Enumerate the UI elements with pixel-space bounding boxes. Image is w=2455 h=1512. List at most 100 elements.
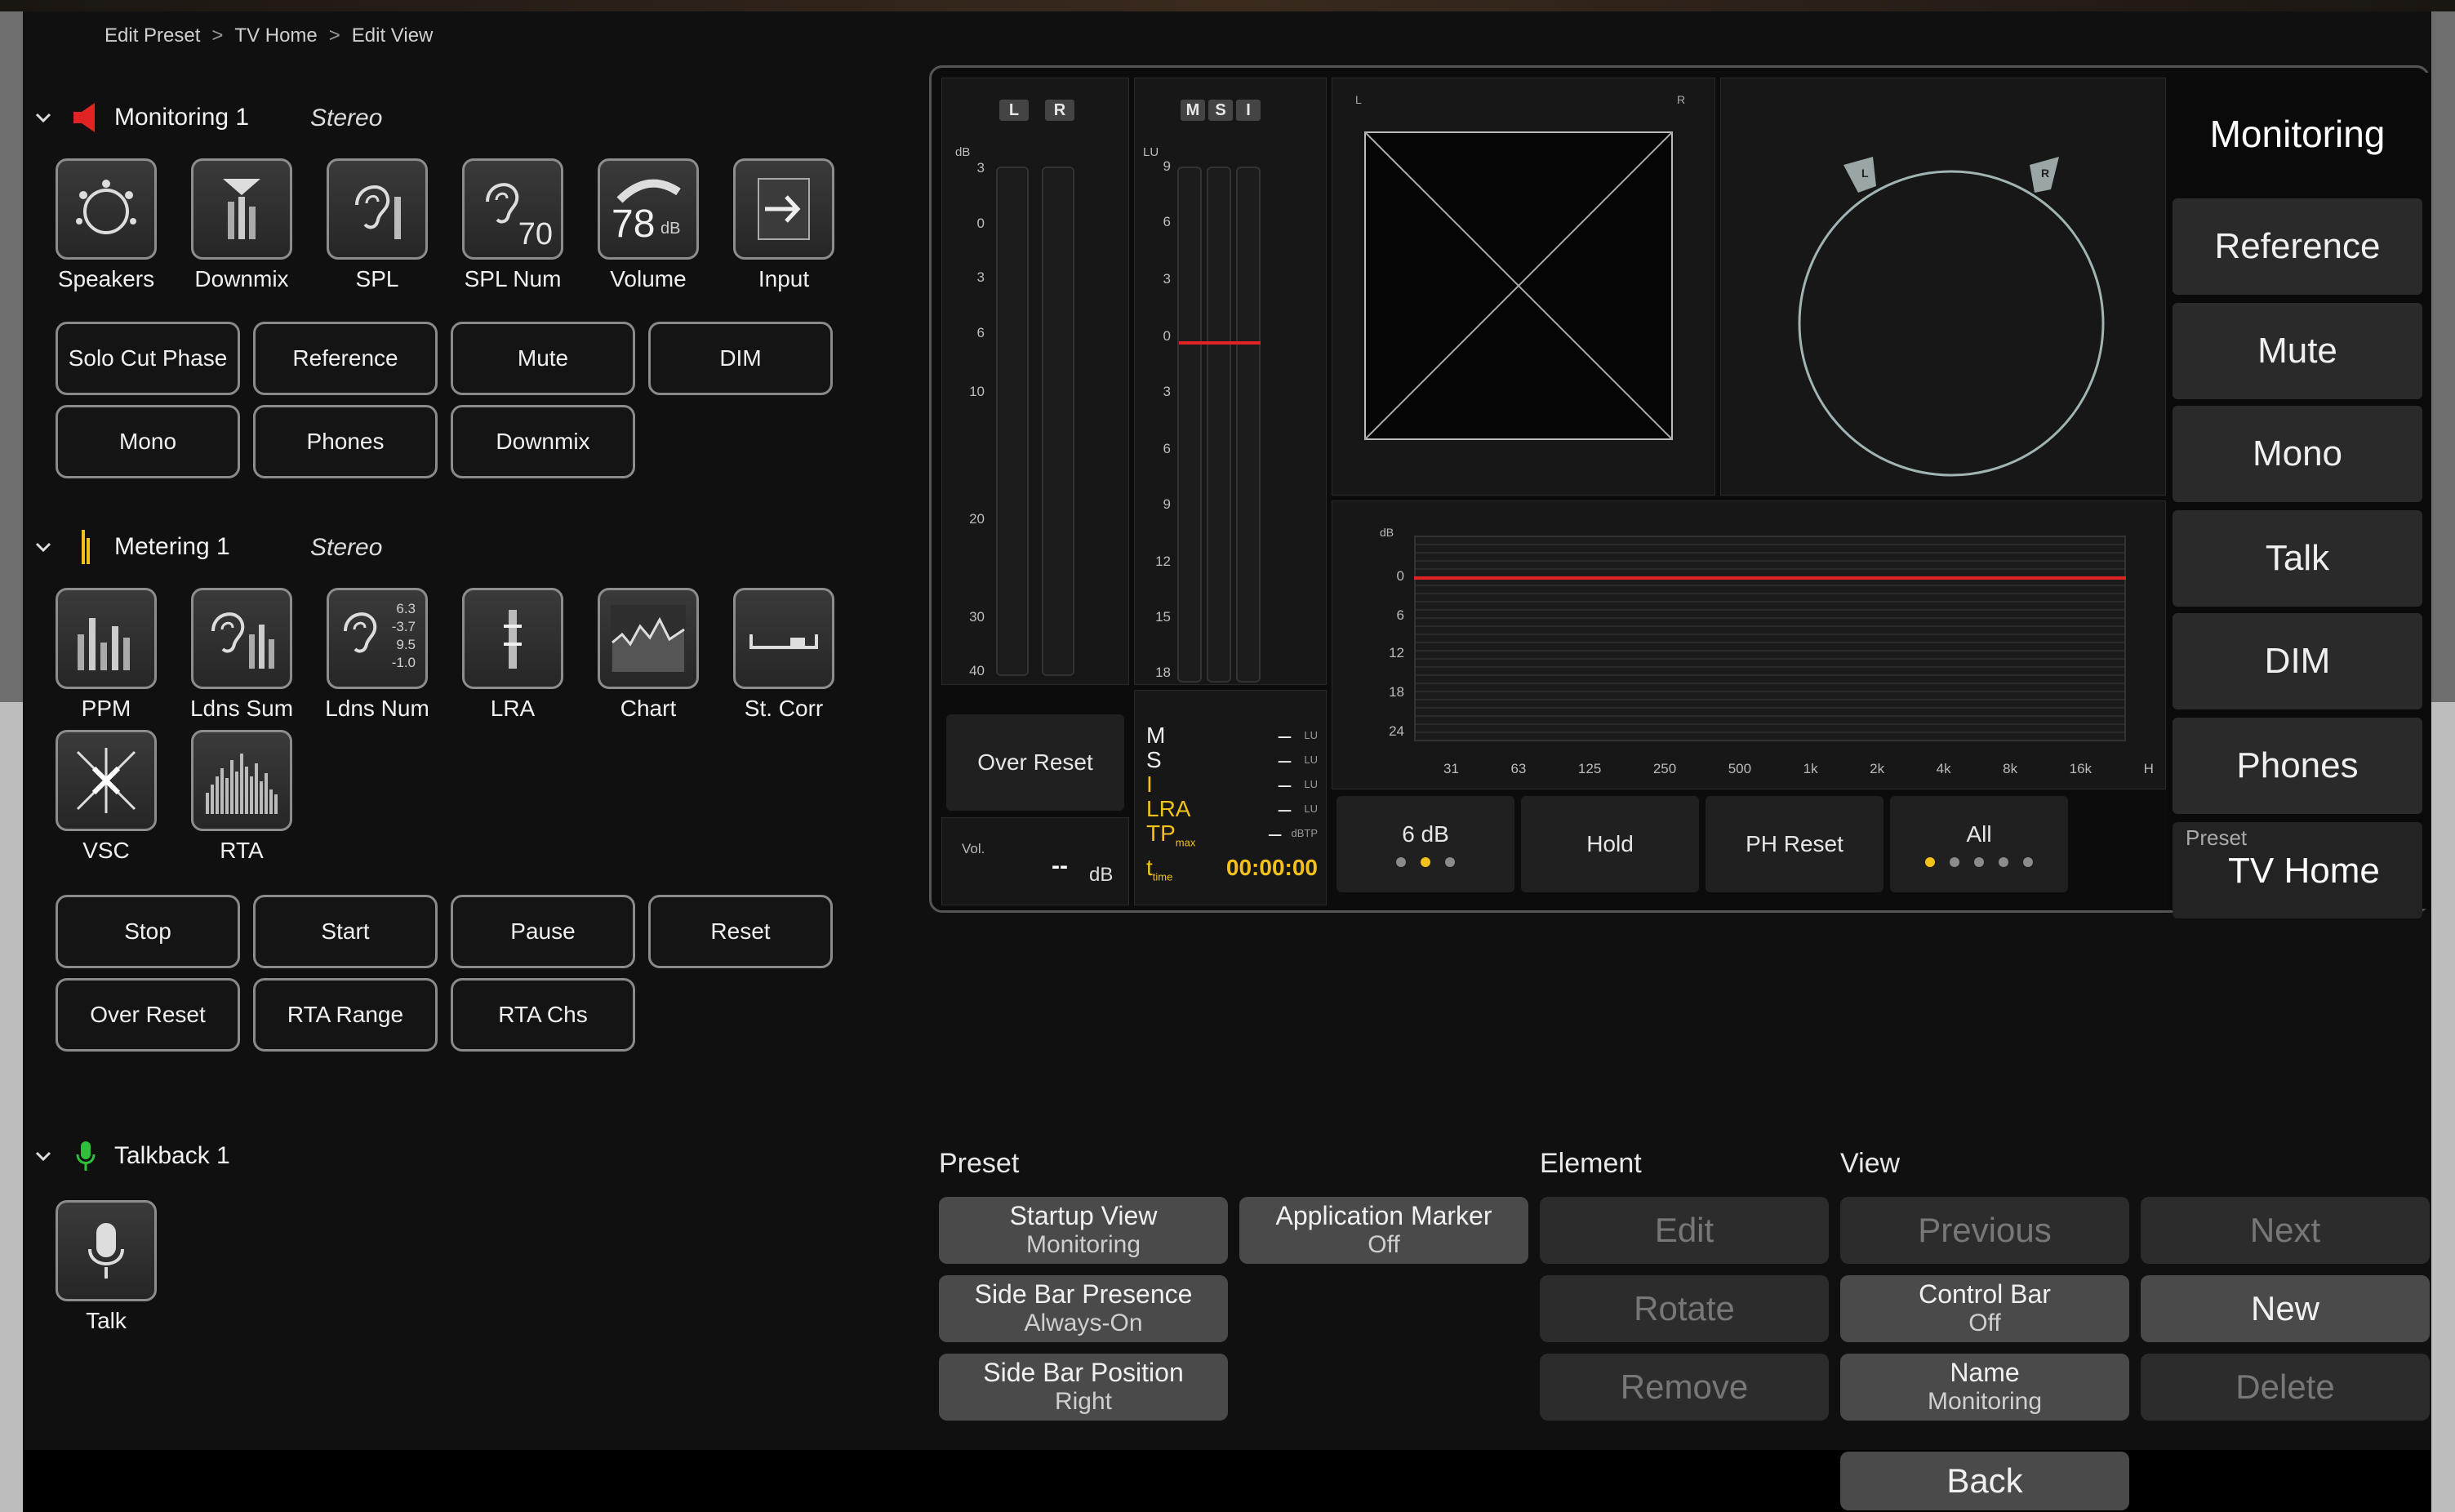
tile-speakers[interactable]: Speakers (56, 158, 157, 292)
side-bar-reference-button[interactable]: Reference (2173, 198, 2422, 295)
reset-button[interactable]: Reset (648, 895, 833, 968)
startup-view-button[interactable]: Startup View Monitoring (939, 1197, 1228, 1264)
correlation-icon (733, 588, 834, 689)
tile-ldns-sum[interactable]: Ldns Sum (190, 588, 293, 722)
tile-ppm[interactable]: PPM (56, 588, 157, 722)
ppm-unit: dB (955, 145, 971, 159)
loudness-row-label: I (1146, 772, 1153, 797)
microphone-icon (56, 1200, 157, 1301)
scale-tick: 30 (969, 609, 985, 625)
rta-chs-button[interactable]: RTA Chs (451, 978, 635, 1052)
start-button[interactable]: Start (253, 895, 438, 968)
section-header-monitoring[interactable]: Monitoring 1 (34, 101, 249, 134)
breadcrumb-item[interactable]: TV Home (234, 24, 317, 47)
freq-tick: 63 (1510, 761, 1527, 776)
tile-label: Downmix (194, 266, 289, 291)
phones-button[interactable]: Phones (253, 405, 438, 478)
volume-value: 78 (612, 202, 656, 246)
tile-talk[interactable]: Talk (56, 1200, 157, 1334)
loudness-row-value: – (1278, 747, 1292, 772)
ppm-meter[interactable]: L R dB 3 0 3 6 10 20 30 40 60 (941, 78, 1129, 685)
control-bar-button[interactable]: Control Bar Off (1840, 1275, 2129, 1342)
over-reset-meter-button[interactable]: Over Reset (946, 714, 1124, 811)
tile-ldns-num[interactable]: 6.3 -3.7 9.5 -1.0 Ldns Num (325, 588, 429, 722)
chevron-down-icon[interactable] (34, 1147, 52, 1165)
stop-button[interactable]: Stop (56, 895, 240, 968)
tile-spl[interactable]: SPL (327, 158, 428, 292)
button-title: Name (1950, 1358, 2020, 1388)
goniometer[interactable]: L R (1332, 78, 1715, 496)
vol-label: Vol. (962, 841, 985, 856)
volume-unit: dB (660, 220, 681, 238)
loudness-time-row: ttime 00:00:00 (1146, 855, 1318, 890)
vector-scope[interactable]: L R (1720, 78, 2166, 496)
side-bar-presence-button[interactable]: Side Bar Presence Always-On (939, 1275, 1228, 1342)
tile-st-corr[interactable]: St. Corr (733, 588, 834, 722)
tile-label: Volume (610, 266, 687, 291)
scale-tick: 9 (1163, 158, 1171, 174)
tile-rta[interactable]: RTA (191, 730, 292, 864)
chevron-down-icon[interactable] (34, 109, 52, 127)
back-button[interactable]: Back (1840, 1452, 2129, 1510)
pause-button[interactable]: Pause (451, 895, 635, 968)
tile-input[interactable]: Input (733, 158, 834, 292)
meter-bar-s (1207, 167, 1231, 683)
previous-view-button[interactable]: Previous (1840, 1197, 2129, 1264)
tile-downmix[interactable]: Downmix (191, 158, 292, 292)
hold-button[interactable]: Hold (1521, 796, 1699, 892)
side-bar-preset-button[interactable]: Preset TV Home (2173, 822, 2422, 918)
rta-range-button[interactable]: RTA Range (253, 978, 438, 1052)
side-bar-talk-button[interactable]: Talk (2173, 510, 2422, 607)
downmix-button[interactable]: Downmix (451, 405, 635, 478)
remove-element-button[interactable]: Remove (1540, 1354, 1829, 1421)
over-reset-button[interactable]: Over Reset (56, 978, 240, 1052)
rta-display[interactable]: dB 0 6 12 18 24 31 63 125 250 500 1k 2k … (1332, 500, 2166, 789)
delete-view-button[interactable]: Delete (2141, 1354, 2430, 1421)
goniometer-display (1364, 131, 1673, 440)
loudness-row-value: – (1278, 772, 1292, 797)
tile-volume[interactable]: 78 dB Volume (598, 158, 699, 292)
meter-bar-l (996, 167, 1029, 676)
ph-reset-button[interactable]: PH Reset (1706, 796, 1884, 892)
next-view-button[interactable]: Next (2141, 1197, 2430, 1264)
rta-icon (191, 730, 292, 831)
tile-vsc[interactable]: VSC (56, 730, 157, 864)
time-sub: time (1152, 870, 1173, 883)
dim-button[interactable]: DIM (648, 322, 833, 395)
scale-tick: 0 (1163, 328, 1171, 344)
application-marker-button[interactable]: Application Marker Off (1239, 1197, 1528, 1264)
button-title: Side Bar Presence (974, 1279, 1193, 1310)
side-bar-mono-button[interactable]: Mono (2173, 406, 2422, 502)
all-channels-button[interactable]: All (1890, 796, 2068, 892)
tile-spl-num[interactable]: 70 SPL Num (462, 158, 563, 292)
edit-element-button[interactable]: Edit (1540, 1197, 1829, 1264)
loudness-meter[interactable]: M S I LU 9 6 3 0 3 6 9 12 15 18 (1134, 78, 1327, 685)
section-title: Metering 1 (114, 533, 230, 560)
new-view-button[interactable]: New (2141, 1275, 2430, 1342)
mono-button[interactable]: Mono (56, 405, 240, 478)
breadcrumb-item[interactable]: Edit Preset (105, 24, 200, 47)
mute-button[interactable]: Mute (451, 322, 635, 395)
rotate-element-button[interactable]: Rotate (1540, 1275, 1829, 1342)
side-bar-position-button[interactable]: Side Bar Position Right (939, 1354, 1228, 1421)
ldns-num-value: 6.3 (396, 601, 416, 616)
reference-button[interactable]: Reference (253, 322, 438, 395)
side-bar-mute-button[interactable]: Mute (2173, 303, 2422, 399)
tile-label: Speakers (57, 266, 155, 291)
scale-tick: 18 (1155, 665, 1171, 680)
side-bar-dim-button[interactable]: DIM (2173, 613, 2422, 709)
tile-label: Talk (86, 1308, 127, 1333)
section-header-metering[interactable]: Metering 1 (34, 530, 230, 564)
view-name-button[interactable]: Name Monitoring (1840, 1354, 2129, 1421)
rta-graph (1414, 536, 2126, 741)
side-bar-phones-button[interactable]: Phones (2173, 718, 2422, 814)
rta-frequency-axis: 31 63 125 250 500 1k 2k 4k 8k 16k H (1443, 761, 2154, 777)
solo-cut-phase-button[interactable]: Solo Cut Phase (56, 322, 240, 395)
tile-chart[interactable]: Chart (598, 588, 699, 722)
section-header-talkback[interactable]: Talkback 1 (34, 1140, 230, 1172)
tile-lra[interactable]: LRA (462, 588, 563, 722)
range-6db-button[interactable]: 6 dB (1336, 796, 1514, 892)
chevron-down-icon[interactable] (34, 538, 52, 556)
dot (1950, 857, 1959, 867)
tile-label: VSC (82, 838, 130, 863)
